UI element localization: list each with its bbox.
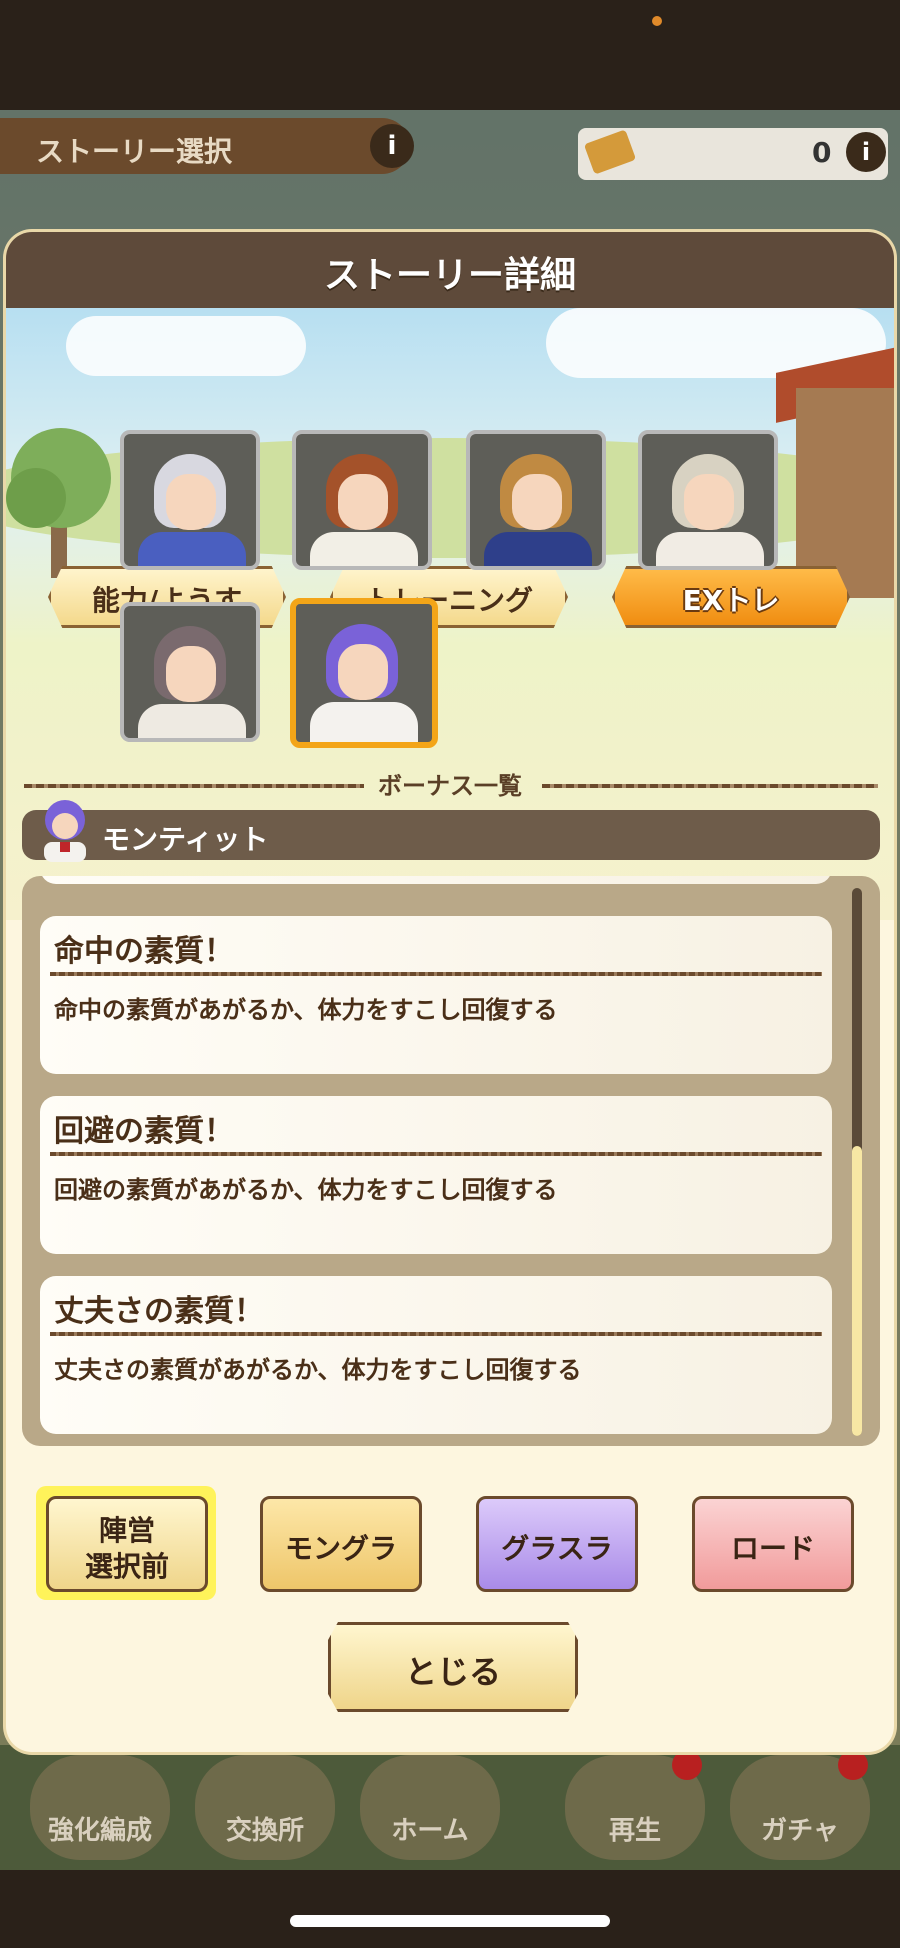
nav-label: 強化編成 xyxy=(47,1816,152,1846)
bonus-card: 命中の素質！ 命中の素質があがるか、体力をすこし回復する xyxy=(40,916,832,1074)
tree-icon xyxy=(6,428,111,578)
cloud xyxy=(66,316,306,376)
status-bar xyxy=(0,0,900,110)
character-portrait-3[interactable] xyxy=(466,430,606,570)
section-divider-right xyxy=(542,784,878,788)
character-face xyxy=(684,474,734,530)
bonus-title: 命中の素質！ xyxy=(54,934,234,969)
character-outfit xyxy=(138,704,246,738)
currency-value: 0 xyxy=(812,136,832,169)
button-label: グラスラ xyxy=(501,1532,613,1565)
character-outfit xyxy=(310,532,418,566)
close-button[interactable]: とじる xyxy=(328,1622,578,1712)
tab-ex-training[interactable]: EXトレ xyxy=(612,566,850,628)
faction-select-button[interactable]: 陣営 選択前 xyxy=(46,1496,208,1592)
button-label-line1: 陣営 xyxy=(98,1514,155,1547)
list-item xyxy=(40,876,832,884)
bonus-card: 丈夫さの素質！ 丈夫さの素質があがるか、体力をすこし回復する xyxy=(40,1276,832,1434)
scrollbar-thumb[interactable] xyxy=(852,1146,862,1436)
road-button[interactable]: ロード xyxy=(692,1496,854,1592)
bonus-description: 回避の素質があがるか、体力をすこし回復する xyxy=(54,1176,558,1204)
character-name: モンティット xyxy=(102,823,269,856)
bonus-list[interactable]: 命中の素質！ 命中の素質があがるか、体力をすこし回復する 回避の素質！ 回避の素… xyxy=(22,876,880,1446)
divider xyxy=(50,1332,822,1336)
tab-label: EXトレ xyxy=(682,584,780,617)
bonus-card: 回避の素質！ 回避の素質があがるか、体力をすこし回復する xyxy=(40,1096,832,1254)
grasura-button[interactable]: グラスラ xyxy=(476,1496,638,1592)
character-portrait-5[interactable] xyxy=(120,602,260,742)
character-face xyxy=(338,644,388,700)
modal-title: ストーリー詳細 xyxy=(323,255,576,296)
info-icon: i xyxy=(846,132,886,172)
notification-badge xyxy=(672,1750,702,1780)
divider xyxy=(50,1152,822,1156)
character-face xyxy=(166,646,216,702)
character-outfit xyxy=(138,532,246,566)
character-face xyxy=(166,474,216,530)
character-outfit xyxy=(484,532,592,566)
nav-label: 交換所 xyxy=(225,1816,304,1846)
story-detail-modal: ストーリー詳細 能力/ようす トレーニング EXトレ ボーナス一覧 モンティット… xyxy=(6,232,894,1752)
bonus-title: 丈夫さの素質！ xyxy=(54,1294,264,1329)
character-portrait-4[interactable] xyxy=(638,430,778,570)
button-label: ロード xyxy=(730,1532,815,1565)
story-select-label: ストーリー選択 xyxy=(36,135,233,168)
button-label: モングラ xyxy=(284,1532,397,1565)
bonus-description: 命中の素質があがるか、体力をすこし回復する xyxy=(54,996,558,1024)
character-outfit xyxy=(310,702,418,742)
character-outfit xyxy=(656,532,764,566)
divider xyxy=(50,972,822,976)
mongura-button[interactable]: モングラ xyxy=(260,1496,422,1592)
character-avatar xyxy=(44,800,86,862)
character-face xyxy=(512,474,562,530)
nav-label: ガチャ xyxy=(761,1816,839,1846)
bonus-description: 丈夫さの素質があがるか、体力をすこし回復する xyxy=(54,1356,582,1384)
modal-header: ストーリー詳細 xyxy=(6,232,894,308)
button-label-line2: 選択前 xyxy=(84,1550,169,1583)
home-indicator[interactable] xyxy=(290,1915,610,1927)
character-portrait-6-selected[interactable] xyxy=(290,598,438,748)
character-portrait-2[interactable] xyxy=(292,430,432,570)
close-label: とじる xyxy=(404,1653,501,1691)
character-portrait-1[interactable] xyxy=(120,430,260,570)
nav-label: 再生 xyxy=(608,1816,661,1846)
notification-badge xyxy=(838,1750,868,1780)
info-icon: i xyxy=(370,124,414,168)
status-indicator-dot xyxy=(652,16,662,26)
bonus-title: 回避の素質！ xyxy=(54,1114,234,1149)
character-face xyxy=(338,474,388,530)
nav-label: ホーム xyxy=(391,1816,469,1846)
